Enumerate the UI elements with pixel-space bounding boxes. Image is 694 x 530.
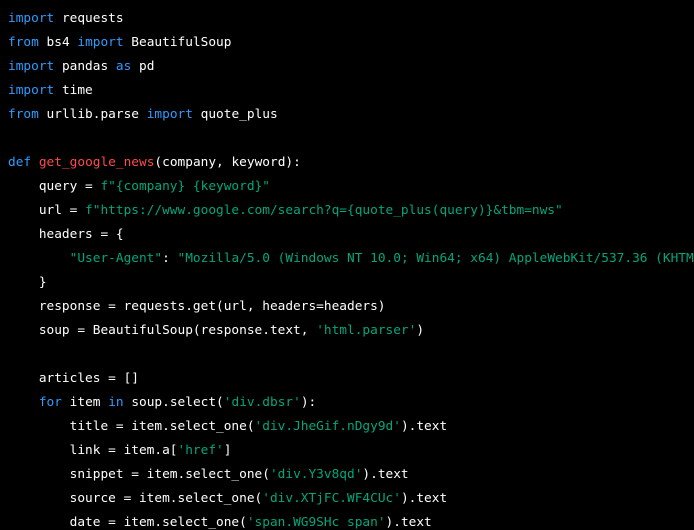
code-line[interactable]: headers = { (0, 223, 694, 247)
code-line[interactable]: query = f"{company} {keyword}" (0, 175, 694, 199)
code-token: response = requests.get(url, headers=hea… (8, 299, 386, 314)
code-token: for (38, 395, 62, 410)
code-token: soup = BeautifulSoup(response.text, (8, 323, 317, 338)
code-line[interactable]: import time (0, 79, 694, 103)
code-token: ).text (400, 419, 448, 434)
code-token: headers = { (8, 227, 124, 242)
code-token: "Mozilla/5.0 (Windows NT 10.0; Win64; x6… (177, 251, 694, 266)
code-token: from (8, 35, 39, 50)
code-token: urllib.parse (38, 107, 147, 122)
code-token: as (115, 59, 132, 74)
code-token: 'div.JheGif.nDgy9d' (254, 419, 401, 434)
code-token: from (8, 107, 39, 122)
code-line[interactable]: import pandas as pd (0, 55, 694, 79)
code-token: ] (223, 443, 232, 458)
code-line[interactable] (0, 343, 694, 367)
code-token: snippet = item.select_one( (8, 467, 270, 482)
code-token: quote_plus (192, 107, 278, 122)
code-token: 'div.dbsr' (223, 395, 301, 410)
code-token: f"https://www.google.com/search?q={quote… (85, 203, 563, 218)
code-token: 'div.Y3v8qd' (269, 467, 363, 482)
code-token: import (8, 59, 55, 74)
code-token: item (61, 395, 109, 410)
code-token: (company, keyword): (154, 155, 301, 170)
code-token: ): (300, 395, 317, 410)
code-line[interactable]: } (0, 271, 694, 295)
code-token: title = item.select_one( (8, 419, 255, 434)
code-line[interactable]: snippet = item.select_one('div.Y3v8qd').… (0, 463, 694, 487)
code-token: query = (8, 179, 101, 194)
code-token: pandas (54, 59, 116, 74)
code-token: 'href' (177, 443, 224, 458)
code-token: 'span.WG9SHc span' (246, 515, 386, 530)
code-token: requests (54, 11, 124, 26)
code-token: 'div.XTjFC.WF4CUc' (262, 491, 401, 506)
code-token: f"{company} {keyword}" (100, 179, 270, 194)
code-token: ).text (362, 467, 409, 482)
code-token: ).text (385, 515, 432, 530)
code-token: BeautifulSoup (123, 35, 232, 50)
code-line[interactable]: title = item.select_one('div.JheGif.nDgy… (0, 415, 694, 439)
code-token: "User-Agent" (69, 251, 163, 266)
code-line[interactable]: date = item.select_one('span.WG9SHc span… (0, 511, 694, 530)
code-line[interactable] (0, 127, 694, 151)
code-token: : (162, 251, 178, 266)
code-line[interactable]: "User-Agent": "Mozilla/5.0 (Windows NT 1… (0, 247, 694, 271)
code-line[interactable]: for item in soup.select('div.dbsr'): (0, 391, 694, 415)
code-token: import (8, 11, 55, 26)
code-token: import (146, 107, 193, 122)
code-token: link = item.a[ (8, 443, 178, 458)
code-line[interactable]: link = item.a['href'] (0, 439, 694, 463)
code-token: ) (416, 323, 425, 338)
code-token: bs4 (38, 35, 78, 50)
code-line[interactable]: from urllib.parse import quote_plus (0, 103, 694, 127)
code-line[interactable]: articles = [] (0, 367, 694, 391)
code-line[interactable]: response = requests.get(url, headers=hea… (0, 295, 694, 319)
code-token: articles = [] (8, 371, 139, 386)
code-line[interactable]: soup = BeautifulSoup(response.text, 'htm… (0, 319, 694, 343)
code-token: pd (131, 59, 155, 74)
code-line[interactable]: import requests (0, 7, 694, 31)
code-token: ).text (400, 491, 448, 506)
code-token: import (77, 35, 124, 50)
code-line[interactable]: from bs4 import BeautifulSoup (0, 31, 694, 55)
code-line[interactable]: def get_google_news(company, keyword): (0, 151, 694, 175)
code-token: 'html.parser' (316, 323, 417, 338)
code-token: get_google_news (38, 155, 155, 170)
code-token: soup.select( (123, 395, 224, 410)
code-line[interactable]: url = f"https://www.google.com/search?q=… (0, 199, 694, 223)
code-token: in (108, 395, 124, 410)
code-token: source = item.select_one( (8, 491, 263, 506)
code-token: time (54, 83, 93, 98)
code-token: url = (8, 203, 86, 218)
code-token: } (8, 275, 47, 290)
code-token: import (8, 83, 55, 98)
code-token: date = item.select_one( (8, 515, 247, 530)
code-view[interactable]: import requests from bs4 import Beautiful… (0, 0, 694, 530)
code-token: def (8, 155, 32, 170)
code-line[interactable]: source = item.select_one('div.XTjFC.WF4C… (0, 487, 694, 511)
